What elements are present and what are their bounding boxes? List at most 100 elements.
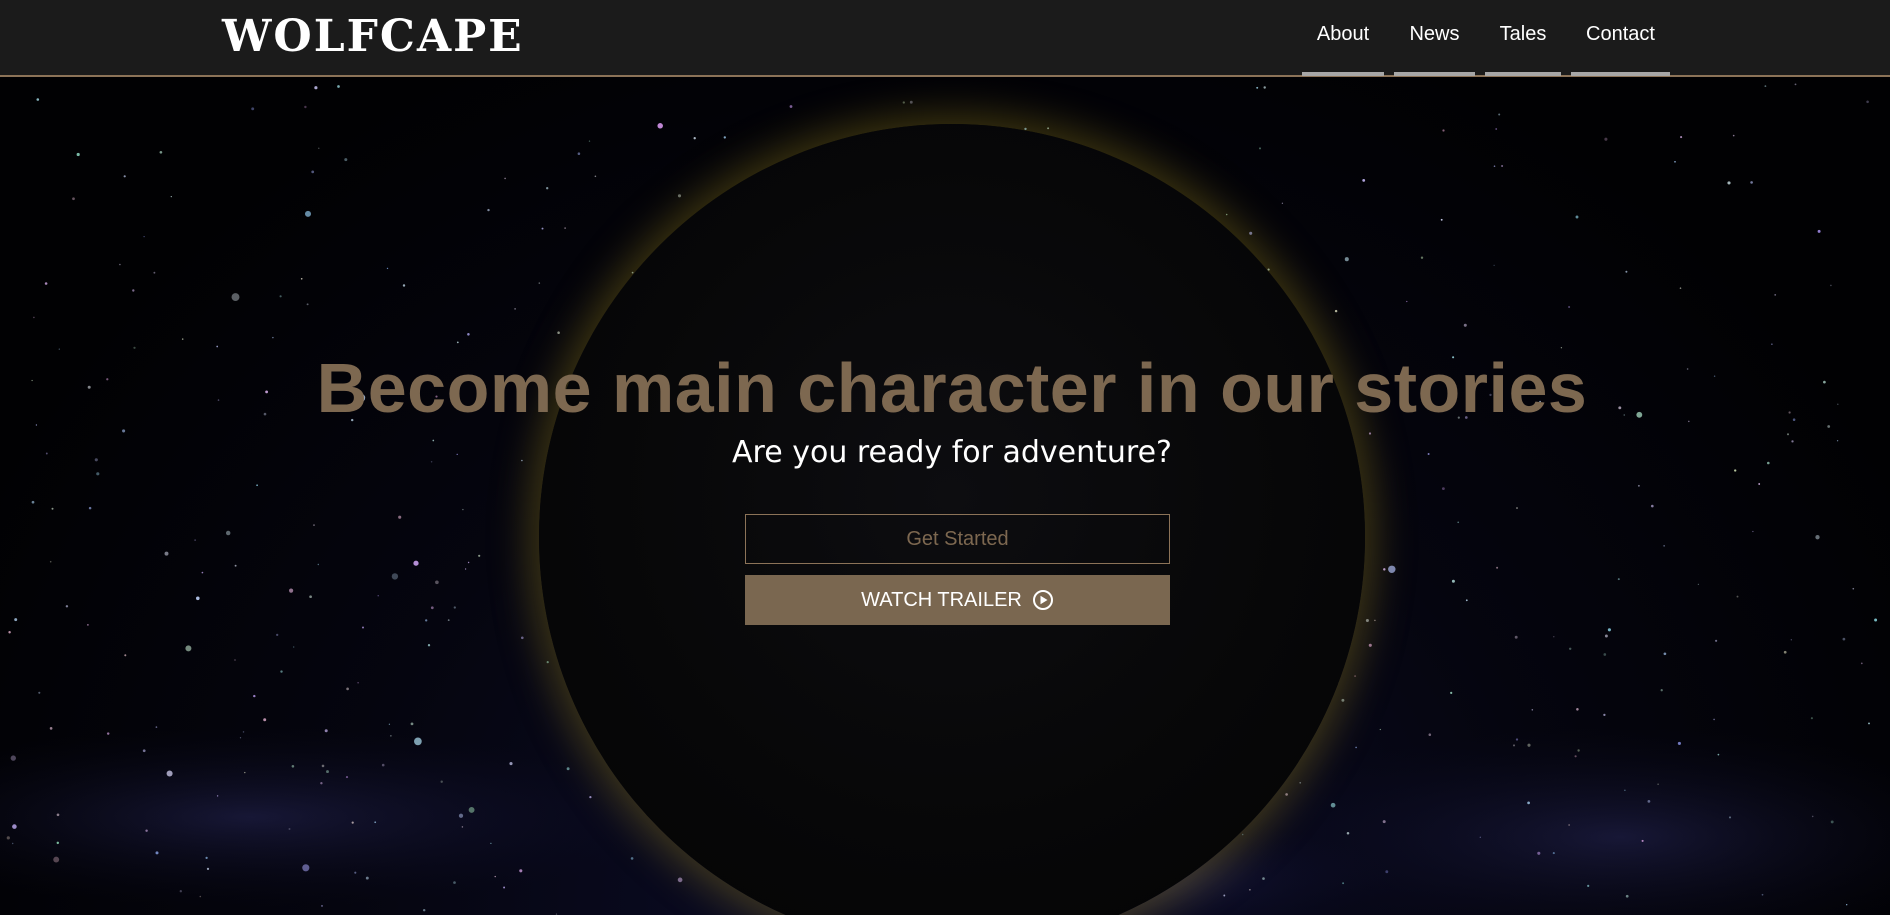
star bbox=[1537, 851, 1541, 855]
star bbox=[49, 560, 52, 563]
nav-item-about[interactable]: About bbox=[1302, 0, 1384, 76]
star bbox=[1568, 824, 1570, 826]
star bbox=[166, 770, 173, 777]
star bbox=[902, 101, 905, 104]
star bbox=[357, 682, 359, 684]
nebula-band bbox=[1240, 727, 1890, 915]
star bbox=[38, 691, 41, 694]
star bbox=[1355, 746, 1357, 749]
star bbox=[564, 227, 566, 229]
star bbox=[206, 867, 210, 871]
star bbox=[1650, 504, 1654, 508]
star bbox=[132, 289, 135, 292]
star bbox=[386, 267, 389, 270]
star bbox=[225, 530, 231, 536]
star bbox=[414, 737, 422, 746]
star bbox=[377, 595, 379, 597]
star bbox=[1815, 535, 1820, 540]
star bbox=[589, 795, 592, 799]
star bbox=[1576, 708, 1579, 711]
nav-item-news[interactable]: News bbox=[1394, 0, 1475, 76]
star bbox=[1442, 129, 1445, 132]
star bbox=[1493, 264, 1495, 266]
star bbox=[1479, 836, 1481, 838]
star bbox=[1657, 783, 1659, 785]
star bbox=[199, 895, 202, 898]
star bbox=[1341, 698, 1345, 702]
star bbox=[1463, 323, 1467, 327]
star bbox=[272, 336, 274, 339]
star bbox=[1674, 160, 1676, 163]
star bbox=[253, 694, 256, 698]
star bbox=[205, 856, 208, 860]
star bbox=[345, 776, 349, 779]
star bbox=[458, 813, 464, 818]
star bbox=[1383, 568, 1386, 571]
star bbox=[1817, 229, 1821, 233]
star bbox=[577, 152, 581, 155]
star bbox=[1281, 202, 1284, 204]
star bbox=[1531, 709, 1534, 711]
star bbox=[1868, 722, 1870, 725]
star bbox=[263, 718, 267, 722]
star bbox=[422, 908, 426, 912]
star bbox=[1495, 128, 1498, 130]
star bbox=[291, 765, 295, 768]
star bbox=[723, 136, 726, 139]
star bbox=[145, 829, 148, 832]
star bbox=[1790, 639, 1792, 641]
star bbox=[546, 661, 549, 664]
star bbox=[1285, 793, 1288, 796]
star bbox=[1420, 256, 1424, 259]
star bbox=[1441, 487, 1445, 491]
star bbox=[1527, 801, 1530, 805]
star bbox=[1697, 583, 1700, 586]
star bbox=[1263, 86, 1266, 89]
star bbox=[425, 619, 428, 622]
star bbox=[36, 98, 40, 101]
star bbox=[1568, 305, 1571, 309]
star bbox=[1249, 231, 1253, 235]
star bbox=[435, 580, 439, 585]
star bbox=[693, 137, 696, 140]
get-started-button[interactable]: Get Started bbox=[745, 514, 1170, 564]
star bbox=[289, 588, 294, 593]
star bbox=[1750, 181, 1753, 184]
star bbox=[49, 727, 53, 730]
star bbox=[594, 175, 597, 178]
play-circle-icon bbox=[1032, 590, 1053, 610]
star bbox=[1553, 636, 1555, 638]
star bbox=[122, 429, 126, 433]
star bbox=[31, 500, 35, 504]
star bbox=[279, 295, 282, 298]
star bbox=[503, 886, 506, 889]
star bbox=[1385, 870, 1389, 874]
star bbox=[391, 573, 399, 580]
star bbox=[1299, 781, 1302, 784]
star bbox=[321, 905, 323, 907]
watch-trailer-button[interactable]: WATCH TRAILER bbox=[745, 575, 1170, 625]
main-nav: About News Tales Contact bbox=[1292, 0, 1670, 76]
star bbox=[1498, 113, 1501, 116]
star bbox=[1374, 619, 1376, 622]
star bbox=[1568, 647, 1572, 651]
nav-item-contact[interactable]: Contact bbox=[1571, 0, 1670, 76]
star bbox=[1663, 652, 1667, 656]
star bbox=[520, 636, 524, 640]
star bbox=[1256, 86, 1259, 89]
star bbox=[155, 726, 158, 728]
star bbox=[1677, 741, 1681, 745]
nav-item-tales[interactable]: Tales bbox=[1485, 0, 1561, 76]
star bbox=[1647, 800, 1651, 803]
star bbox=[374, 821, 377, 824]
star bbox=[1388, 565, 1396, 574]
star bbox=[1617, 578, 1620, 581]
star bbox=[588, 140, 591, 142]
star bbox=[1660, 689, 1663, 692]
star bbox=[123, 175, 126, 178]
star bbox=[1842, 637, 1846, 641]
site-logo[interactable]: WOLFCAPE bbox=[222, 12, 524, 62]
star bbox=[388, 723, 391, 725]
star bbox=[244, 771, 246, 774]
star bbox=[251, 107, 255, 111]
